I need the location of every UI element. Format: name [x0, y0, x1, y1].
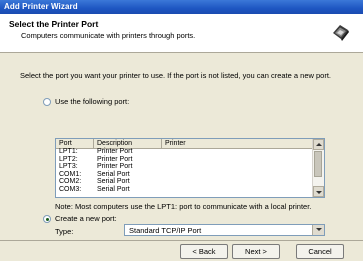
back-button[interactable]: < Back — [180, 244, 228, 259]
description-cell: Printer Port — [97, 163, 133, 170]
description-cell: Serial Port — [97, 178, 130, 185]
description-cell: Printer Port — [97, 155, 133, 163]
intro-text: Select the port you want your printer to… — [20, 71, 332, 80]
port-list-rows: LPT1: Printer Port LPT2: Printer Port LP… — [56, 148, 314, 193]
chevron-down-icon[interactable] — [312, 225, 324, 235]
scrollbar-thumb[interactable] — [314, 151, 322, 177]
port-cell: LPT1: — [59, 148, 78, 155]
list-item[interactable]: LPT3: Printer Port — [56, 163, 314, 171]
description-cell: Printer Port — [97, 148, 133, 155]
lpt1-note: Note: Most computers use the LPT1: port … — [55, 202, 312, 211]
port-type-select[interactable]: Standard TCP/IP Port — [124, 224, 325, 236]
list-item[interactable]: COM3: Serial Port — [56, 186, 314, 194]
port-list-scrollbar[interactable] — [312, 139, 324, 197]
title-bar[interactable]: Add Printer Wizard — [0, 0, 363, 14]
scroll-down-icon[interactable] — [313, 186, 324, 197]
printer-icon — [328, 20, 352, 44]
header-title: Select the Printer Port — [9, 19, 99, 29]
port-cell: LPT2: — [59, 155, 78, 163]
column-header-description[interactable]: Description — [94, 139, 162, 148]
list-item[interactable]: COM2: Serial Port — [56, 178, 314, 186]
list-item[interactable]: LPT1: Printer Port — [56, 148, 314, 156]
next-button[interactable]: Next > — [232, 244, 280, 259]
window-title: Add Printer Wizard — [4, 2, 78, 11]
list-item[interactable]: COM1: Serial Port — [56, 171, 314, 179]
port-type-value: Standard TCP/IP Port — [129, 226, 202, 235]
port-cell: COM2: — [59, 178, 82, 185]
port-list[interactable]: Port Description Printer LPT1: Printer P… — [55, 138, 325, 198]
wizard-header: Select the Printer Port Computers commun… — [0, 14, 363, 53]
port-cell: COM1: — [59, 170, 82, 178]
use-following-port-radio[interactable] — [43, 98, 51, 106]
cancel-button[interactable]: Cancel — [296, 244, 344, 259]
column-header-printer[interactable]: Printer — [162, 139, 314, 148]
add-printer-wizard-window: Add Printer Wizard Select the Printer Po… — [0, 0, 363, 261]
create-new-port-radio[interactable] — [43, 215, 51, 223]
port-type-label: Type: — [55, 227, 74, 236]
header-subtitle: Computers communicate with printers thro… — [21, 31, 196, 40]
button-separator — [0, 240, 363, 241]
port-cell: COM3: — [59, 185, 82, 193]
create-new-port-label: Create a new port: — [55, 214, 117, 223]
description-cell: Serial Port — [97, 185, 130, 193]
port-cell: LPT3: — [59, 163, 78, 170]
list-item[interactable]: LPT2: Printer Port — [56, 156, 314, 164]
use-following-port-label: Use the following port: — [55, 97, 130, 106]
description-cell: Serial Port — [97, 170, 130, 178]
scroll-up-icon[interactable] — [313, 139, 324, 150]
column-header-port[interactable]: Port — [56, 139, 94, 148]
